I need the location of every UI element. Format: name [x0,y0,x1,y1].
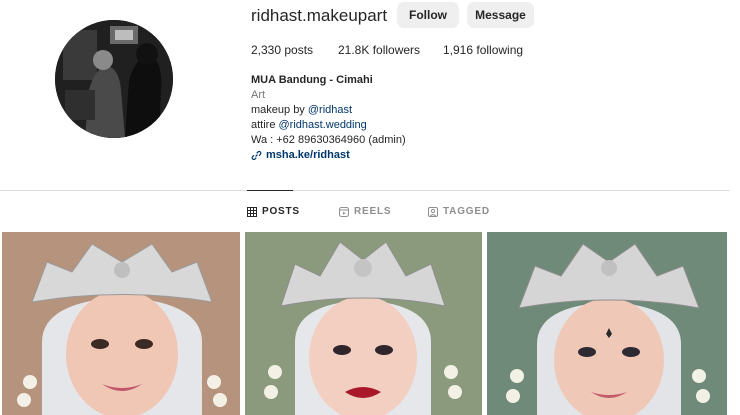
profile-bio: MUA Bandung - Cimahi Art makeup by @ridh… [251,73,406,163]
followers-count[interactable]: 21.8K followers [338,43,420,57]
mention-ridhast-link[interactable]: @ridhast [308,104,352,116]
tab-posts-label: POSTS [262,206,300,217]
reels-icon [339,206,349,217]
post-thumbnail[interactable] [487,232,727,415]
website-link[interactable]: msha.ke/ridhast [251,148,406,163]
grid-icon [247,206,257,217]
bio-line-attire: attire @ridhast.wedding [251,118,406,133]
post-thumbnail[interactable] [245,232,482,415]
profile-avatar[interactable] [55,20,173,138]
message-button[interactable]: Message [467,2,534,28]
profile-username: ridhast.makeupart [251,6,388,25]
post-thumbnail[interactable] [2,232,240,415]
post-photo [245,232,482,415]
website-link-text: msha.ke/ridhast [266,149,350,161]
posts-count: 2,330 posts [251,43,314,57]
mention-wedding-link[interactable]: @ridhast.wedding [279,119,367,131]
post-photo [487,232,727,415]
avatar-photo [55,20,173,138]
active-tab-indicator [247,190,293,191]
bio-line-whatsapp: Wa : +62 89630364960 (admin) [251,134,406,146]
section-divider [0,190,730,191]
profile-category: Art [251,89,266,101]
tagged-icon [428,206,438,217]
bio-line-attire-text: attire [251,119,279,131]
tab-reels-label: REELS [354,206,392,217]
link-icon [251,150,262,161]
bio-line-makeup: makeup by @ridhast [251,103,406,118]
follow-button[interactable]: Follow [397,2,459,28]
tab-reels[interactable]: REELS [339,206,391,217]
tab-tagged[interactable]: TAGGED [428,206,490,217]
profile-display-name: MUA Bandung - Cimahi [251,74,373,86]
following-count[interactable]: 1,916 following [443,43,523,57]
tab-posts[interactable]: POSTS [247,206,300,217]
bio-line-makeup-text: makeup by [251,104,308,116]
tab-tagged-label: TAGGED [443,206,490,217]
post-photo [2,232,240,415]
